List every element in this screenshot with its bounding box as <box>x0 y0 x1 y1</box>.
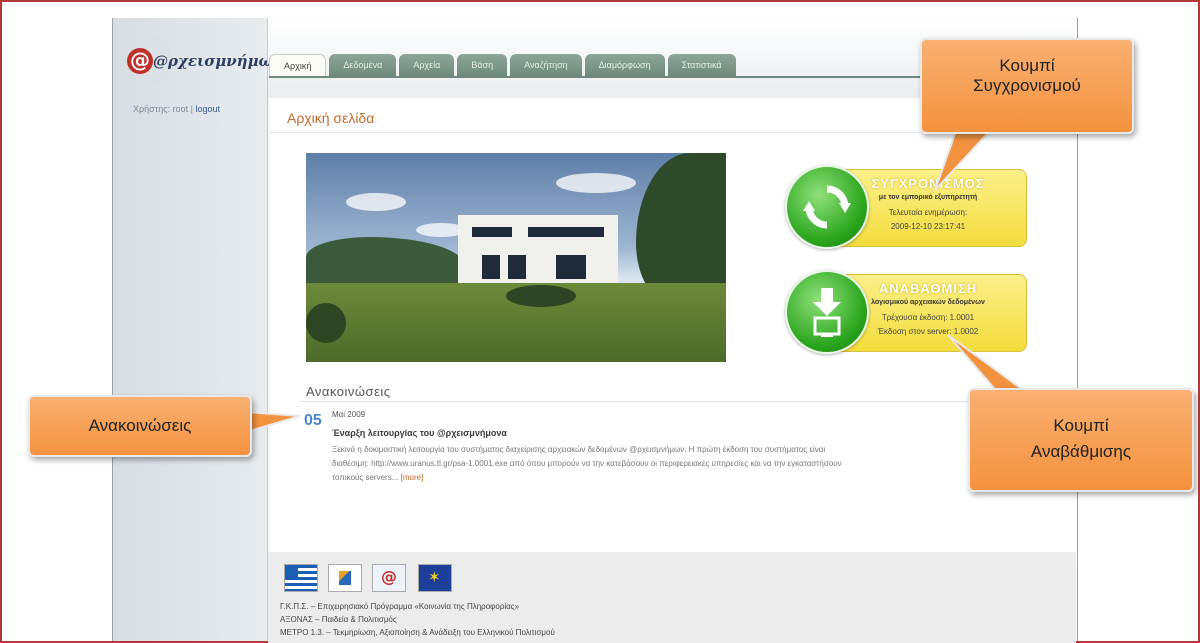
update-callout-line: Κουμπί <box>1053 416 1109 435</box>
announcement-body: Ξεκινά η δοκιμαστική λειτουργία του συστ… <box>332 443 972 485</box>
tab-database[interactable]: Βάση <box>457 54 508 76</box>
more-link[interactable]: [more] <box>401 473 424 482</box>
announcements-callout: Ανακοινώσεις <box>28 395 252 457</box>
announcement-body-end: τοπικούς servers... <box>332 473 399 482</box>
logo-text: @ρχεισμνήμων <box>153 52 284 70</box>
announcements-divider <box>300 401 1020 402</box>
footer: Γ.Κ.Π.Σ. – Επιχειρησιακό Πρόγραμμα «Κοιν… <box>268 552 1076 643</box>
window <box>556 255 586 279</box>
announcement-month: Μαι 2009 <box>332 410 366 419</box>
greek-flag-icon <box>284 564 318 592</box>
tab-data[interactable]: Δεδομένα <box>329 54 397 76</box>
footer-line: ΑΞΟΝΑΣ – Παιδεία & Πολιτισμός <box>280 615 397 624</box>
announcement-headline[interactable]: Έναρξη λειτουργίας του @ρχεισμνήμονα <box>332 428 507 438</box>
footer-line: Γ.Κ.Π.Σ. – Επιχειρησιακό Πρόγραμμα «Κοιν… <box>280 602 520 611</box>
announcement-day: 05 <box>304 412 322 429</box>
update-button[interactable]: ΑΝΑΒΑΘΜΙΣΗ λογισμικού αρχειακών δεδομένω… <box>785 270 1027 354</box>
building-photo <box>306 153 726 362</box>
information-society-logo-icon <box>372 564 406 592</box>
download-icon <box>813 288 841 337</box>
user-label: Χρήστης: root | <box>133 104 193 114</box>
update-callout: Κουμπί Αναβάθμισης <box>968 388 1194 492</box>
shrub <box>506 285 576 307</box>
refresh-icon <box>803 185 851 229</box>
tab-statistics[interactable]: Στατιστικά <box>667 54 736 76</box>
tab-files[interactable]: Αρχεία <box>399 54 455 76</box>
window <box>472 227 512 237</box>
sync-callout-line: Συγχρονισμού <box>973 76 1081 95</box>
app-logo[interactable]: @ @ρχεισμνήμων <box>123 36 283 84</box>
tab-search[interactable]: Αναζήτηση <box>510 54 582 76</box>
window <box>482 255 500 279</box>
update-callout-line: Αναβάθμισης <box>1030 442 1132 461</box>
sync-callout: Κουμπί Συγχρονισμού <box>920 38 1134 134</box>
trees-left <box>306 237 466 287</box>
cloud-shape <box>556 173 636 193</box>
tab-home[interactable]: Αρχική <box>269 54 327 77</box>
tab-underline <box>269 76 969 78</box>
sync-callout-line: Κουμπί <box>999 56 1055 75</box>
sync-circle[interactable] <box>785 165 869 249</box>
main-tabs: Αρχική Δεδομένα Αρχεία Βάση Αναζήτηση Δι… <box>269 54 736 77</box>
announcement-body-line: διαθέσιμη: http://www.uranus.tl.gr/ρsa-1… <box>332 459 842 468</box>
announcements-heading: Ανακοινώσεις <box>306 384 391 399</box>
user-info: Χρήστης: root | logout <box>133 104 220 114</box>
sync-button[interactable]: ΣΥΓΧΡΟΝΙΣΜΟΣ με τον εμπορικό εξυπηρετητή… <box>785 165 1027 249</box>
trees-right <box>636 153 726 303</box>
logout-link[interactable]: logout <box>195 104 220 114</box>
announcement-body-line: τοπικούς servers... [more] <box>332 471 972 485</box>
eu-flag-icon <box>418 564 452 592</box>
update-circle[interactable] <box>785 270 869 354</box>
page-title: Αρχική σελίδα <box>287 110 375 126</box>
sidebar: @ @ρχεισμνήμων Χρήστης: root | logout <box>113 18 283 641</box>
cloud-shape <box>346 193 406 211</box>
shrub <box>306 303 346 343</box>
footer-line: ΜΕΤΡΟ 1.3. – Τεκμηρίωση, Αξιοποίηση & Αν… <box>280 628 555 637</box>
window <box>508 255 526 279</box>
announcement-body-line: Ξεκινά η δοκιμαστική λειτουργία του συστ… <box>332 445 826 454</box>
at-icon: @ <box>127 48 153 74</box>
ministry-logo-icon <box>328 564 362 592</box>
window <box>528 227 604 237</box>
tab-configuration[interactable]: Διαμόρφωση <box>584 54 665 76</box>
